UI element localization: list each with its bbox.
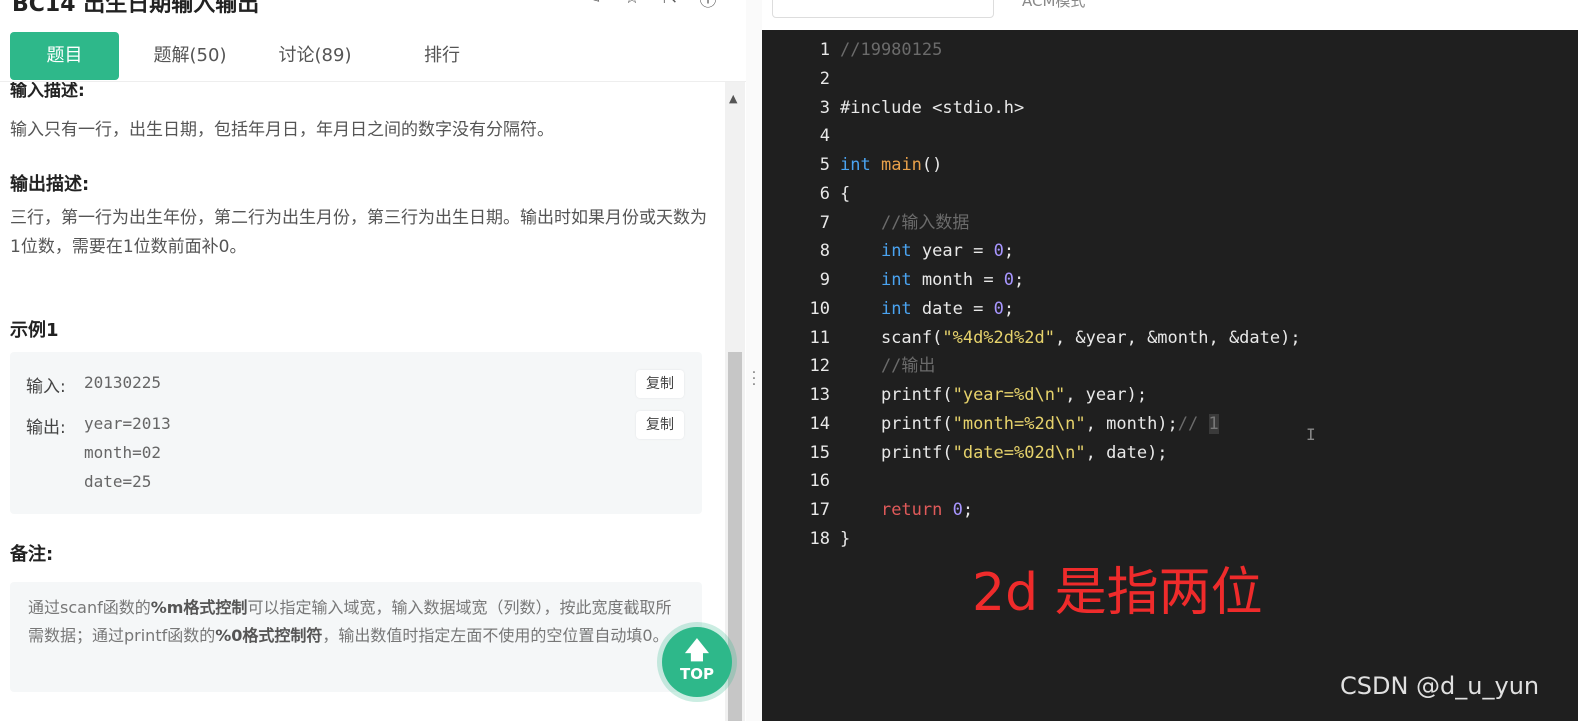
line-number: 11: [809, 327, 830, 348]
output-line: year=2013: [84, 414, 171, 433]
copy-output-button[interactable]: 复制: [636, 411, 684, 439]
code-text: return 0;: [880, 500, 974, 520]
problem-content: 输入描述: 输入只有一行，出生日期，包括年月日，年月日之间的数字没有分隔符。 输…: [0, 82, 725, 721]
code-line: 7 //输入数据: [762, 209, 1578, 238]
code-editor[interactable]: 1 //19980125 2 3 #include <stdio.h> 4 5 int…: [762, 30, 1578, 721]
example-input-label: 输入:: [26, 377, 66, 397]
input-desc-text: 输入只有一行，出生日期，包括年月日，年月日之间的数字没有分隔符。: [10, 120, 554, 140]
tab-solutions[interactable]: 题解(50): [140, 32, 240, 80]
line-number: 14: [809, 413, 830, 434]
back-to-top-button[interactable]: 🡅 TOP: [662, 627, 732, 697]
problem-title-bar: BC14 出生日期输入输出 ✎ ☆ ⇱ ⓘ: [0, 0, 748, 26]
problem-tabs: 题目 题解(50) 讨论(89) 排行: [0, 30, 748, 82]
code-text: int date = 0;: [880, 298, 1015, 319]
line-number: 4: [819, 126, 830, 147]
star-icon[interactable]: ☆: [622, 0, 642, 8]
line-number: 1: [819, 40, 830, 60]
output-line: month=02: [84, 443, 162, 462]
text-cursor-icon: I: [1306, 425, 1316, 444]
code-text: #include <stdio.h>: [840, 97, 1025, 118]
code-line: 9 int month = 0;: [762, 266, 1578, 295]
code-line: 1 //19980125: [762, 36, 1578, 65]
tab-discussion[interactable]: 讨论(89): [265, 32, 365, 80]
example-box: 输入: 20130225 复制 输出: year=2013 month=02 d…: [10, 352, 702, 514]
panel-splitter[interactable]: · · ·: [746, 0, 762, 721]
code-line: 5 int main(): [762, 151, 1578, 180]
info-icon[interactable]: ⓘ: [698, 0, 718, 11]
code-line: 11 scanf("%4d%2d%2d", &year, &month, &da…: [762, 324, 1578, 353]
line-number: 12: [809, 356, 830, 377]
code-text: scanf("%4d%2d%2d", &year, &month, &date)…: [840, 327, 1301, 348]
code-line: 8 int year = 0;: [762, 237, 1578, 266]
note-bold: %m格式控制: [150, 598, 248, 617]
copy-input-button[interactable]: 复制: [636, 370, 684, 398]
code-line: 3 #include <stdio.h>: [762, 94, 1578, 123]
input-desc-heading: 输入描述:: [10, 82, 85, 101]
line-number: 2: [819, 68, 830, 89]
note-box: 通过scanf函数的%m格式控制可以指定输入域宽，输入数据域宽（列数），按此宽度…: [10, 582, 702, 692]
line-number: 10: [809, 298, 830, 319]
problem-panel: BC14 出生日期输入输出 ✎ ☆ ⇱ ⓘ 题目 题解(50) 讨论(89) 排…: [0, 0, 748, 721]
code-line: 16: [762, 467, 1578, 496]
code-lines: 1 //19980125 2 3 #include <stdio.h> 4 5 int…: [762, 36, 1578, 554]
code-text: printf("month=%2d\n", month);// 1: [840, 413, 1219, 434]
share-icon[interactable]: ⇱: [660, 0, 680, 8]
line-number: 13: [809, 385, 830, 405]
line-number: 3: [819, 97, 830, 118]
line-number: 9: [819, 270, 830, 290]
tab-ranking[interactable]: 排行: [392, 32, 492, 80]
problem-title: BC14 出生日期输入输出: [12, 0, 260, 17]
code-text: //输入数据: [840, 212, 970, 233]
code-text: {: [840, 183, 851, 204]
title-toolbar: ✎ ☆ ⇱ ⓘ: [584, 0, 718, 11]
example-input-value: 20130225: [84, 373, 162, 392]
note-bold: %0格式控制符: [215, 626, 323, 645]
code-text: int main(): [840, 155, 943, 175]
example-output-label: 输出:: [26, 418, 66, 438]
edit-icon[interactable]: ✎: [584, 0, 604, 8]
scroll-up-arrow-icon[interactable]: ▲: [729, 92, 737, 105]
back-to-top-label: TOP: [680, 665, 714, 683]
code-line: 13 printf("year=%d\n", year);: [762, 381, 1578, 410]
code-text: int year = 0;: [880, 241, 1015, 262]
code-text: printf("date=%02d\n", date);: [840, 442, 1168, 463]
code-text: //输出: [840, 356, 936, 377]
example-heading: 示例1: [10, 320, 59, 341]
line-number: 15: [809, 442, 830, 463]
mode-label[interactable]: ACM模式: [1022, 0, 1085, 11]
output-desc-text: 三行，第一行为出生年份，第二行为出生月份，第三行为出生日期。输出时如果月份或天数…: [10, 208, 707, 257]
code-line: 15 printf("date=%02d\n", date);: [762, 439, 1578, 468]
drag-handle-icon[interactable]: · · ·: [750, 366, 758, 392]
language-select[interactable]: [772, 0, 994, 18]
code-line: 2: [762, 65, 1578, 94]
note-text: 通过scanf函数的: [28, 598, 151, 617]
line-number: 7: [819, 212, 830, 233]
code-text: }: [840, 528, 851, 549]
tab-problem[interactable]: 题目: [10, 32, 119, 80]
code-text: //19980125: [840, 40, 943, 60]
content-scrollbar[interactable]: ▲: [725, 82, 745, 721]
line-number: 18: [809, 528, 830, 549]
code-line: 10 int date = 0;: [762, 295, 1578, 324]
line-number: 16: [809, 471, 830, 492]
code-text: int month = 0;: [880, 270, 1025, 290]
note-text: ，输出数值时指定左面不使用的空位置自动填0。: [322, 626, 669, 645]
code-line: 12 //输出: [762, 352, 1578, 381]
annotation-text: 2d 是指两位: [972, 563, 1263, 623]
code-line: 17 return 0;: [762, 496, 1578, 525]
code-line: 6{: [762, 180, 1578, 209]
editor-toolbar: ACM模式: [762, 0, 1578, 30]
code-line: 4: [762, 122, 1578, 151]
output-line: date=25: [84, 472, 152, 491]
watermark: CSDN @d_u_yun: [1340, 672, 1540, 700]
example-output-value: year=2013 month=02 date=25: [84, 409, 171, 496]
line-number: 17: [809, 500, 830, 520]
line-number: 5: [819, 155, 830, 175]
output-desc-heading: 输出描述:: [10, 174, 90, 195]
code-line: 14 printf("month=%2d\n", month);// 1: [762, 410, 1578, 439]
line-number: 8: [819, 241, 830, 262]
line-number: 6: [819, 183, 830, 204]
code-text: printf("year=%d\n", year);: [840, 385, 1148, 405]
note-heading: 备注:: [10, 544, 54, 565]
